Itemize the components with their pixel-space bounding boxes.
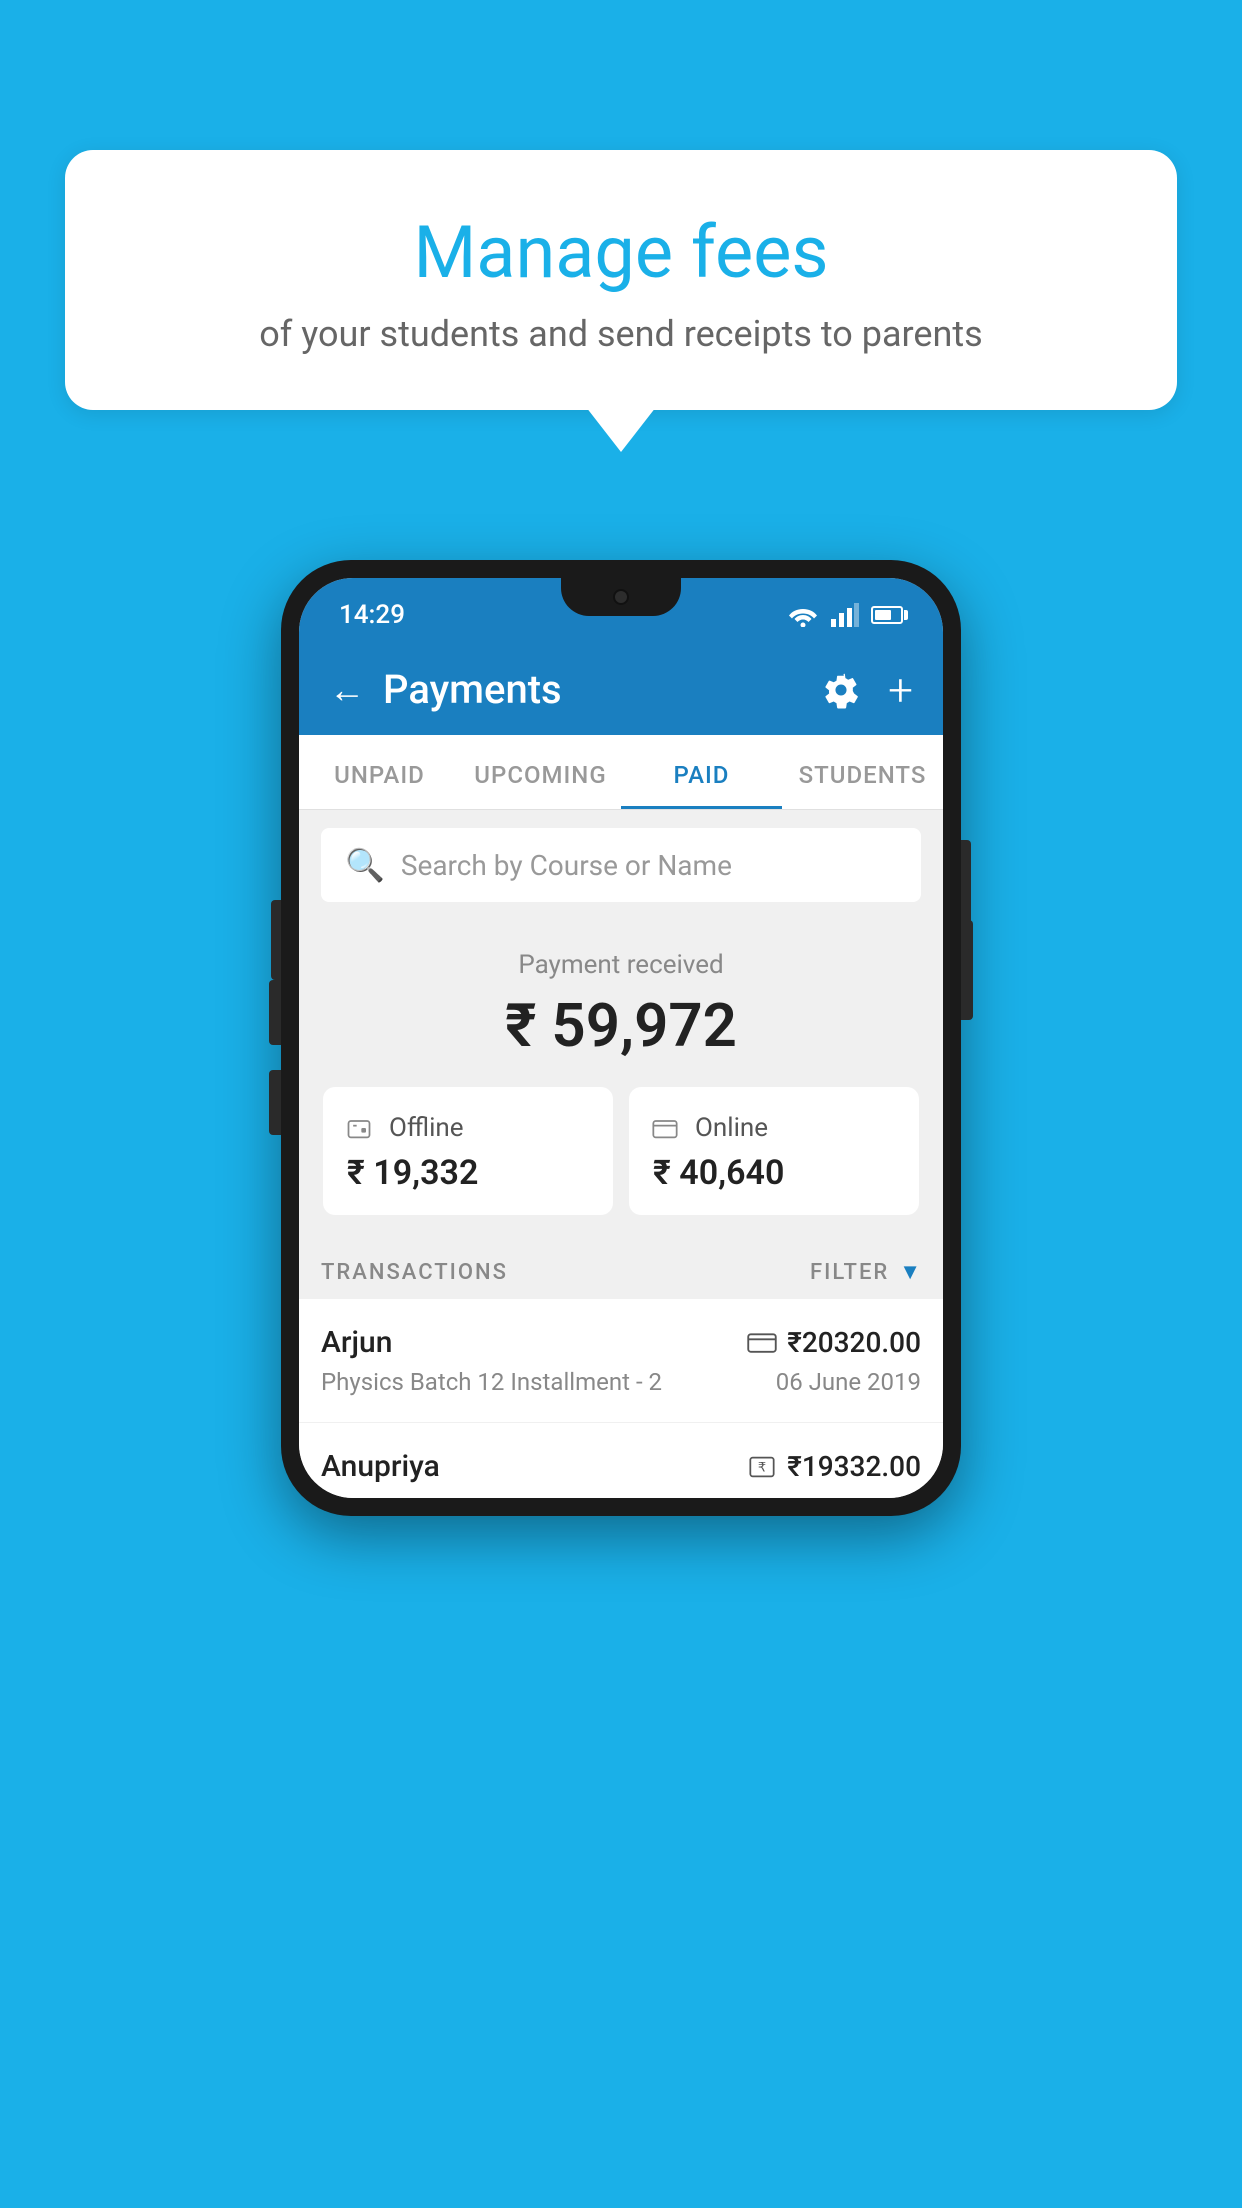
- transactions-header: TRANSACTIONS FILTER ▼: [299, 1239, 943, 1299]
- tab-students[interactable]: STUDENTS: [782, 735, 943, 809]
- student-name: Arjun: [321, 1325, 392, 1360]
- filter-section[interactable]: FILTER ▼: [810, 1259, 921, 1285]
- status-time: 14:29: [339, 600, 405, 630]
- transaction-list: Arjun ₹20320.00 Physics Batch 12 Install…: [299, 1299, 943, 1498]
- phone-outer: 14:29: [281, 560, 961, 1516]
- student-name: Anupriya: [321, 1449, 440, 1484]
- search-section: 🔍 Search by Course or Name: [299, 810, 943, 920]
- phone-screen: 14:29: [299, 578, 943, 1498]
- online-amount: ₹ 40,640: [653, 1153, 784, 1193]
- table-row[interactable]: Anupriya ₹ ₹19332.00: [299, 1423, 943, 1498]
- payment-received-label: Payment received: [319, 950, 923, 980]
- offline-amount: ₹ 19,332: [347, 1153, 478, 1193]
- speech-bubble: Manage fees of your students and send re…: [65, 150, 1177, 410]
- transaction-date: 06 June 2019: [776, 1368, 921, 1396]
- svg-text:₹: ₹: [758, 1459, 766, 1474]
- tab-upcoming[interactable]: UPCOMING: [460, 735, 621, 809]
- online-icon: [649, 1114, 681, 1142]
- transaction-amount: ₹19332.00: [787, 1450, 921, 1483]
- settings-icon[interactable]: [822, 671, 860, 709]
- payment-summary: Payment received ₹ 59,972 Offline: [299, 920, 943, 1239]
- back-button[interactable]: ←: [329, 672, 365, 708]
- offline-icon: [343, 1114, 375, 1142]
- filter-label: FILTER: [810, 1260, 889, 1285]
- camera-dot: [613, 589, 629, 605]
- battery-icon: [871, 606, 903, 624]
- wifi-icon: [787, 603, 819, 627]
- bubble-subtitle: of your students and send receipts to pa…: [125, 313, 1117, 355]
- search-icon: 🔍: [345, 846, 385, 884]
- signal-icon: [831, 603, 859, 627]
- transaction-amount: ₹20320.00: [787, 1326, 921, 1359]
- online-label: Online: [695, 1113, 768, 1143]
- online-payment-card: Online ₹ 40,640: [629, 1087, 919, 1215]
- app-header: ← Payments +: [299, 644, 943, 735]
- status-icons: [787, 603, 903, 627]
- table-row[interactable]: Arjun ₹20320.00 Physics Batch 12 Install…: [299, 1299, 943, 1423]
- tabs-bar: UNPAID UPCOMING PAID STUDENTS: [299, 735, 943, 810]
- tab-paid[interactable]: PAID: [621, 735, 782, 809]
- payment-mode-icon: ₹: [747, 1453, 777, 1481]
- payment-total-amount: ₹ 59,972: [319, 990, 923, 1061]
- payment-mode-icon: [747, 1331, 777, 1355]
- bubble-title: Manage fees: [125, 210, 1117, 295]
- add-button[interactable]: +: [888, 668, 913, 712]
- payment-cards: Offline ₹ 19,332 Online ₹: [323, 1087, 919, 1215]
- tab-unpaid[interactable]: UNPAID: [299, 735, 460, 809]
- phone-mockup: 14:29: [281, 560, 961, 1516]
- course-name: Physics Batch 12 Installment - 2: [321, 1368, 662, 1396]
- filter-icon: ▼: [899, 1259, 921, 1285]
- phone-notch: [561, 578, 681, 616]
- transactions-label: TRANSACTIONS: [321, 1260, 508, 1285]
- offline-label: Offline: [389, 1113, 464, 1143]
- speech-bubble-container: Manage fees of your students and send re…: [65, 150, 1177, 410]
- search-input[interactable]: Search by Course or Name: [401, 849, 732, 882]
- page-title: Payments: [383, 666, 562, 713]
- offline-payment-card: Offline ₹ 19,332: [323, 1087, 613, 1215]
- search-bar[interactable]: 🔍 Search by Course or Name: [321, 828, 921, 902]
